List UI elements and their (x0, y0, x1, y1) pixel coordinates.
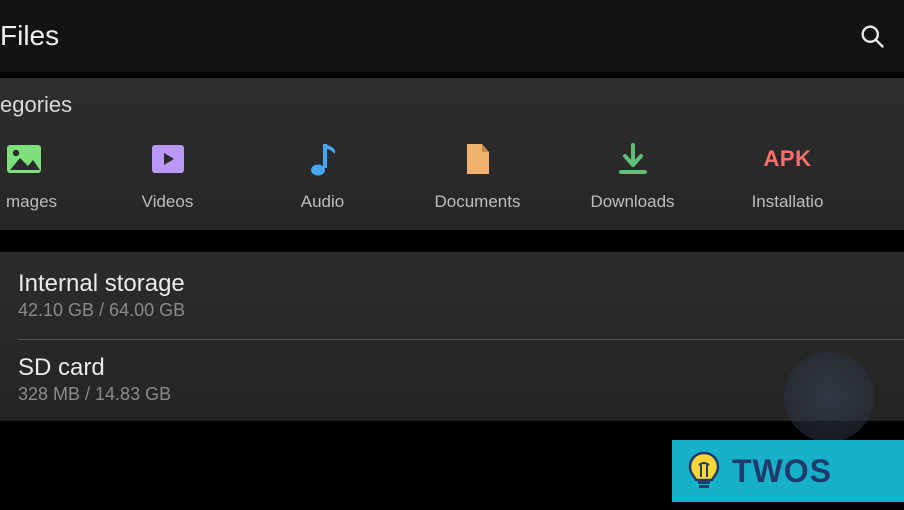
watermark-badge: TWOS (672, 440, 904, 502)
document-icon (464, 140, 492, 178)
category-label: Documents (435, 192, 521, 212)
category-installation[interactable]: APK Installatio (710, 140, 865, 212)
apk-text: APK (764, 146, 812, 172)
category-images[interactable]: mages (0, 140, 90, 212)
category-audio[interactable]: Audio (245, 140, 400, 212)
video-icon (151, 140, 185, 178)
storage-internal[interactable]: Internal storage 42.10 GB / 64.00 GB (18, 270, 904, 321)
storage-section: Internal storage 42.10 GB / 64.00 GB SD … (0, 252, 904, 421)
section-gap (0, 230, 904, 252)
divider (18, 339, 904, 340)
storage-sdcard-usage: 328 MB / 14.83 GB (18, 384, 904, 405)
search-button[interactable] (858, 22, 886, 50)
category-label: Downloads (590, 192, 674, 212)
decorative-circle (784, 352, 874, 442)
categories-heading: egories (0, 92, 904, 118)
category-videos[interactable]: Videos (90, 140, 245, 212)
category-downloads[interactable]: Downloads (555, 140, 710, 212)
category-label: Videos (142, 192, 194, 212)
bulb-icon (684, 449, 724, 493)
image-icon (6, 140, 42, 178)
audio-icon (309, 140, 337, 178)
storage-internal-title: Internal storage (18, 270, 904, 298)
categories-section: egories mages Videos (0, 78, 904, 230)
storage-sdcard-title: SD card (18, 354, 904, 382)
categories-row: mages Videos Audio (0, 132, 904, 212)
watermark-text: TWOS (732, 453, 832, 490)
download-icon (617, 140, 649, 178)
category-documents[interactable]: Documents (400, 140, 555, 212)
category-label: mages (6, 192, 57, 212)
app-title: Files (0, 20, 59, 52)
storage-sdcard[interactable]: SD card 328 MB / 14.83 GB (18, 354, 904, 405)
category-label: Installatio (752, 192, 824, 212)
search-icon (858, 22, 886, 50)
app-header: Files (0, 0, 904, 72)
apk-icon: APK (764, 140, 812, 178)
category-label: Audio (301, 192, 344, 212)
storage-internal-usage: 42.10 GB / 64.00 GB (18, 300, 904, 321)
